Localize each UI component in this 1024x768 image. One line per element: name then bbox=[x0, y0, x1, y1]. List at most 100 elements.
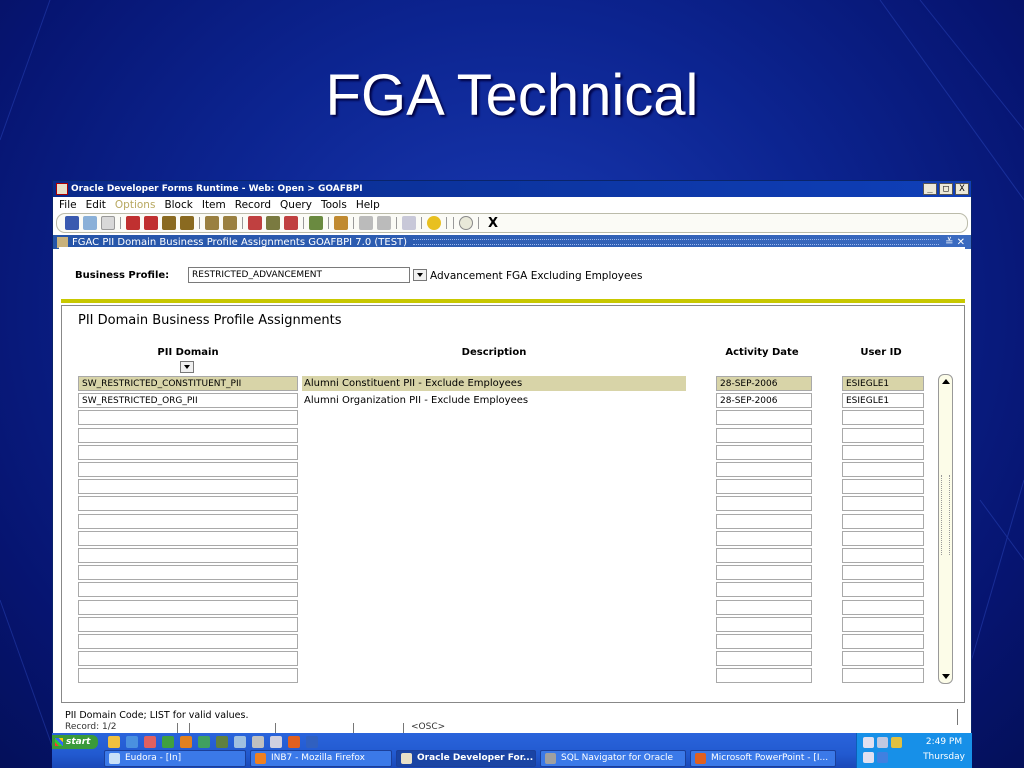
next-record-icon[interactable] bbox=[180, 216, 194, 230]
execute-query-icon[interactable] bbox=[223, 216, 237, 230]
pii-domain-field[interactable] bbox=[78, 651, 298, 666]
pii-domain-field[interactable] bbox=[78, 548, 298, 563]
activity-date-field[interactable] bbox=[716, 582, 812, 597]
pii-domain-field[interactable] bbox=[78, 531, 298, 546]
menu-edit[interactable]: Edit bbox=[86, 199, 106, 211]
quick-launch-icon[interactable] bbox=[108, 736, 120, 748]
pii-domain-list-button[interactable] bbox=[180, 361, 194, 373]
pii-domain-field[interactable] bbox=[78, 428, 298, 443]
clear-form-icon[interactable] bbox=[309, 216, 323, 230]
taskbar-window-button[interactable]: SQL Navigator for Oracle bbox=[540, 750, 686, 767]
quick-launch-icon[interactable] bbox=[144, 736, 156, 748]
user-id-field[interactable] bbox=[842, 462, 924, 477]
pii-domain-field[interactable] bbox=[78, 410, 298, 425]
clear-record-icon[interactable] bbox=[284, 216, 298, 230]
activity-date-field[interactable] bbox=[716, 410, 812, 425]
rollback-icon[interactable] bbox=[83, 216, 97, 230]
activity-date-field[interactable] bbox=[716, 514, 812, 529]
pii-domain-field[interactable] bbox=[78, 479, 298, 494]
minimize-button[interactable]: _ bbox=[923, 183, 937, 195]
activity-date-field[interactable] bbox=[716, 479, 812, 494]
quick-launch-icon[interactable] bbox=[198, 736, 210, 748]
tray-icon[interactable] bbox=[891, 737, 902, 748]
insert-record-icon[interactable] bbox=[248, 216, 262, 230]
taskbar-window-button[interactable]: Oracle Developer For... bbox=[396, 750, 536, 767]
quick-launch-icon[interactable] bbox=[216, 736, 228, 748]
user-id-field[interactable] bbox=[842, 617, 924, 632]
activity-date-field[interactable] bbox=[716, 600, 812, 615]
business-profile-list-button[interactable] bbox=[413, 269, 427, 281]
user-id-field[interactable] bbox=[842, 514, 924, 529]
menu-block[interactable]: Block bbox=[164, 199, 192, 211]
taskbar-window-button[interactable]: Eudora - [In] bbox=[104, 750, 246, 767]
remove-record-icon[interactable] bbox=[266, 216, 280, 230]
user-id-field[interactable] bbox=[842, 548, 924, 563]
activity-date-field[interactable] bbox=[716, 548, 812, 563]
pii-domain-field[interactable] bbox=[78, 600, 298, 615]
scroll-up-icon[interactable] bbox=[942, 379, 950, 384]
previous-block-icon[interactable] bbox=[126, 216, 140, 230]
user-id-field[interactable] bbox=[842, 582, 924, 597]
taskbar-window-button[interactable]: INB7 - Mozilla Firefox bbox=[250, 750, 392, 767]
copy-icon[interactable] bbox=[377, 216, 391, 230]
close-button[interactable]: X bbox=[955, 183, 969, 195]
next-block-icon[interactable] bbox=[144, 216, 158, 230]
activity-date-field[interactable] bbox=[716, 668, 812, 683]
user-id-field[interactable] bbox=[842, 496, 924, 511]
help-icon[interactable] bbox=[459, 216, 473, 230]
previous-record-icon[interactable] bbox=[162, 216, 176, 230]
quick-launch-icon[interactable] bbox=[252, 736, 264, 748]
tray-icon[interactable] bbox=[863, 737, 874, 748]
save-icon[interactable] bbox=[65, 216, 79, 230]
tray-icon[interactable] bbox=[877, 737, 888, 748]
user-id-field[interactable] bbox=[842, 445, 924, 460]
business-profile-input[interactable]: RESTRICTED_ADVANCEMENT bbox=[188, 267, 410, 283]
maximize-button[interactable]: □ bbox=[939, 183, 953, 195]
pii-domain-field[interactable] bbox=[78, 496, 298, 511]
ie-icon[interactable] bbox=[126, 736, 138, 748]
pii-domain-field[interactable] bbox=[78, 565, 298, 580]
activity-date-field[interactable] bbox=[716, 428, 812, 443]
tray-icon[interactable] bbox=[877, 752, 888, 763]
sound-icon[interactable] bbox=[402, 216, 416, 230]
quick-launch-icon[interactable] bbox=[234, 736, 246, 748]
activity-date-field[interactable] bbox=[716, 565, 812, 580]
pii-domain-field[interactable] bbox=[78, 445, 298, 460]
menu-query[interactable]: Query bbox=[280, 199, 312, 211]
activity-date-field[interactable] bbox=[716, 531, 812, 546]
pii-domain-field[interactable] bbox=[78, 514, 298, 529]
scroll-thumb[interactable] bbox=[941, 475, 950, 555]
menu-tools[interactable]: Tools bbox=[321, 199, 347, 211]
user-id-field[interactable] bbox=[842, 634, 924, 649]
menu-options[interactable]: Options bbox=[115, 199, 156, 211]
tray-icon[interactable] bbox=[863, 752, 874, 763]
pii-domain-field[interactable] bbox=[78, 617, 298, 632]
taskbar-window-button[interactable]: Microsoft PowerPoint - [I... bbox=[690, 750, 836, 767]
excel-icon[interactable] bbox=[162, 736, 174, 748]
pii-domain-field[interactable] bbox=[78, 668, 298, 683]
pii-domain-field[interactable] bbox=[78, 582, 298, 597]
user-id-field[interactable] bbox=[842, 479, 924, 494]
activity-date-field[interactable] bbox=[716, 651, 812, 666]
activity-date-field[interactable] bbox=[716, 496, 812, 511]
user-id-field[interactable] bbox=[842, 531, 924, 546]
start-button[interactable]: start bbox=[52, 735, 98, 749]
user-id-field[interactable] bbox=[842, 600, 924, 615]
activity-date-field[interactable] bbox=[716, 445, 812, 460]
exit-button[interactable]: X bbox=[488, 216, 498, 231]
user-id-field[interactable] bbox=[842, 410, 924, 425]
user-id-field[interactable] bbox=[842, 428, 924, 443]
user-id-field[interactable] bbox=[842, 651, 924, 666]
form-window-controls[interactable]: ≚ ✕ bbox=[945, 237, 965, 248]
pii-domain-field[interactable]: SW_RESTRICTED_CONSTITUENT_PII bbox=[78, 376, 298, 391]
word-icon[interactable] bbox=[306, 736, 318, 748]
quick-launch-icon[interactable] bbox=[270, 736, 282, 748]
activity-date-field[interactable]: 28-SEP-2006 bbox=[716, 376, 812, 391]
print-form-icon[interactable] bbox=[334, 216, 348, 230]
vertical-scrollbar[interactable] bbox=[938, 374, 953, 684]
menu-record[interactable]: Record bbox=[235, 199, 271, 211]
activity-date-field[interactable] bbox=[716, 634, 812, 649]
user-id-field[interactable]: ESIEGLE1 bbox=[842, 393, 924, 408]
activity-date-field[interactable] bbox=[716, 462, 812, 477]
pii-domain-field[interactable]: SW_RESTRICTED_ORG_PII bbox=[78, 393, 298, 408]
